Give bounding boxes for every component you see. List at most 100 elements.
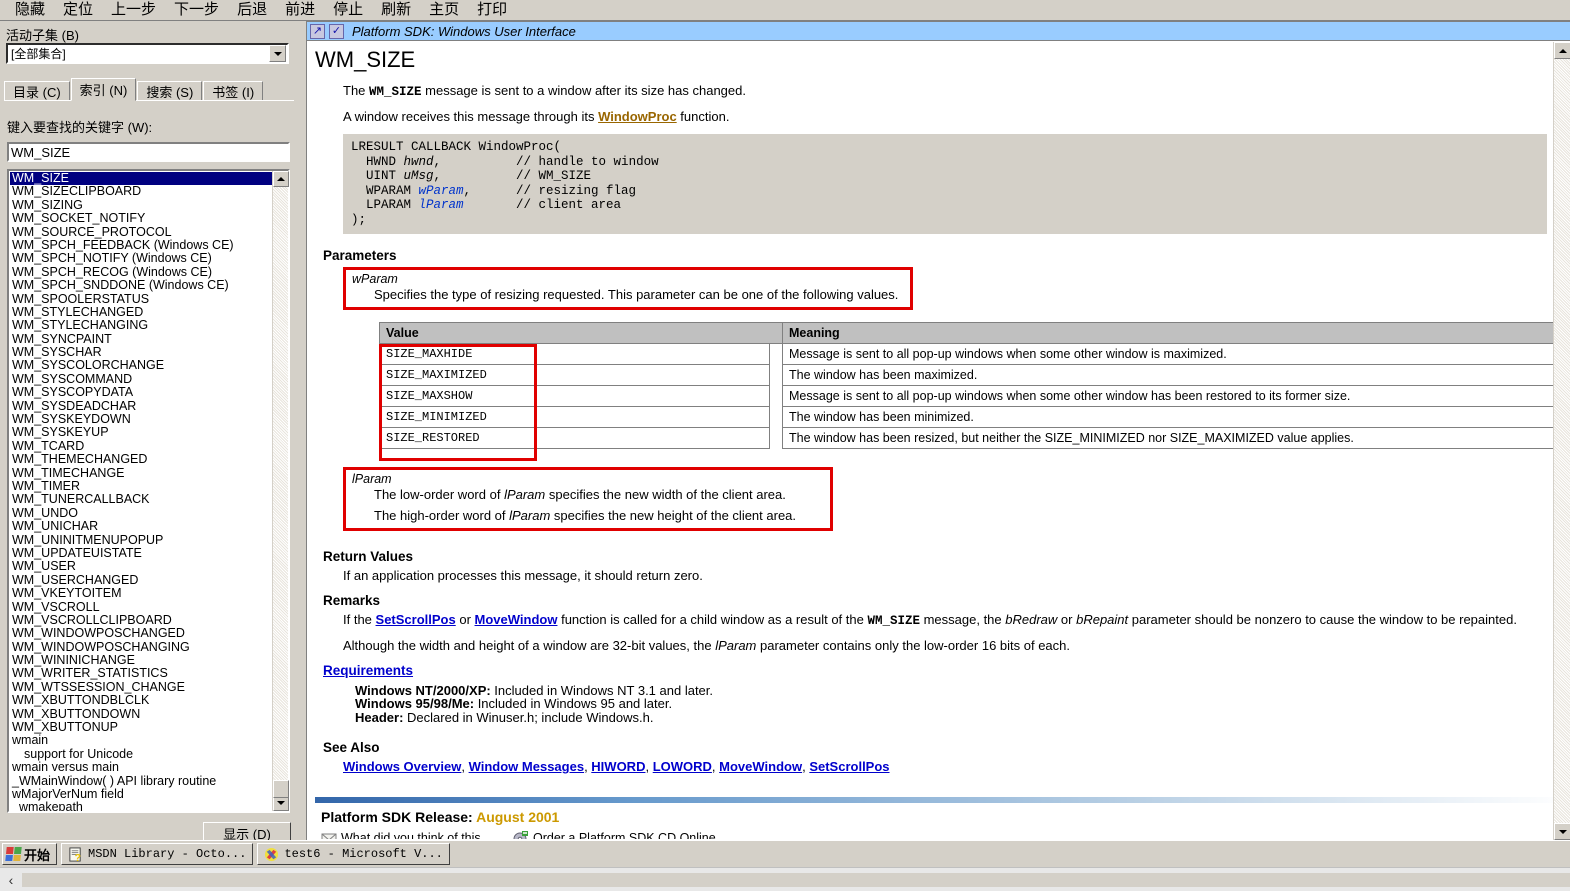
- list-item[interactable]: WM_SYSKEYUP: [10, 426, 272, 440]
- toolbar-button-hide[interactable]: 隐藏: [6, 0, 54, 20]
- list-item[interactable]: WM_SPCH_FEEDBACK (Windows CE): [10, 238, 272, 252]
- footer-columns: What did you think of this topic? Let us…: [321, 831, 1570, 839]
- see-also-link-loword[interactable]: LOWORD: [653, 759, 712, 774]
- list-item[interactable]: WM_SYSCOLORCHANGE: [10, 359, 272, 373]
- toolbar-button-refresh[interactable]: 刷新: [372, 0, 420, 20]
- toolbar-button-print[interactable]: 打印: [468, 0, 516, 20]
- list-item[interactable]: WM_WRITER_STATISTICS: [10, 667, 272, 681]
- list-item[interactable]: WM_SPOOLERSTATUS: [10, 292, 272, 306]
- doc-scroll-up-icon[interactable]: [1554, 42, 1570, 59]
- list-item[interactable]: WM_SIZE: [10, 171, 272, 186]
- toolbar-button-previous[interactable]: 上一步: [102, 0, 165, 20]
- link-requirements[interactable]: Requirements: [323, 663, 413, 678]
- see-also-link-setscrollpos[interactable]: SetScrollPos: [809, 759, 889, 774]
- see-also-link-window-messages[interactable]: Window Messages: [469, 759, 584, 774]
- list-item[interactable]: WM_SYSDEADCHAR: [10, 399, 272, 413]
- list-item[interactable]: wmain: [10, 734, 272, 748]
- list-item[interactable]: WM_SYSCOPYDATA: [10, 385, 272, 399]
- list-item[interactable]: WM_VSCROLLCLIPBOARD: [10, 613, 272, 627]
- list-item[interactable]: WM_WINDOWPOSCHANGED: [10, 626, 272, 640]
- code-block: LRESULT CALLBACK WindowProc( HWND hwnd, …: [343, 134, 1547, 234]
- index-scroll-track[interactable]: [273, 187, 289, 798]
- list-item[interactable]: WM_TIMECHANGE: [10, 466, 272, 480]
- toolbar-button-back[interactable]: 后退: [228, 0, 276, 20]
- taskbar-item-msdn-library[interactable]: ? MSDN Library - Octo...: [61, 843, 254, 865]
- list-item[interactable]: WM_UPDATEUISTATE: [10, 546, 272, 560]
- list-item[interactable]: WM_XBUTTONDBLCLK: [10, 693, 272, 707]
- list-item[interactable]: WM_UNDO: [10, 506, 272, 520]
- list-item[interactable]: WM_WININICHANGE: [10, 653, 272, 667]
- tab-bookmarks[interactable]: 书签 (I): [203, 81, 264, 101]
- doc-scroll-down-icon[interactable]: [1554, 823, 1570, 840]
- index-list-scrollbar[interactable]: [272, 171, 289, 811]
- list-item[interactable]: WM_XBUTTONDOWN: [10, 707, 272, 721]
- link-setscrollpos[interactable]: SetScrollPos: [376, 612, 456, 627]
- list-item[interactable]: WM_WTSSESSION_CHANGE: [10, 680, 272, 694]
- toolbar-button-locate[interactable]: 定位: [54, 0, 102, 20]
- list-item[interactable]: WM_XBUTTONUP: [10, 720, 272, 734]
- active-subset-dropdown[interactable]: [全部集合]: [6, 43, 289, 64]
- list-item[interactable]: WM_SPCH_RECOG (Windows CE): [10, 265, 272, 279]
- list-item[interactable]: WM_USERCHANGED: [10, 573, 272, 587]
- toolbar-button-stop[interactable]: 停止: [324, 0, 372, 20]
- scroll-left-icon[interactable]: ‹: [0, 869, 22, 891]
- list-item[interactable]: WM_SIZING: [10, 198, 272, 212]
- list-item[interactable]: wMajorVerNum field: [10, 787, 272, 801]
- scroll-up-icon[interactable]: [273, 171, 289, 187]
- see-also-link-hiword[interactable]: HIWORD: [591, 759, 645, 774]
- window-horizontal-scrollbar[interactable]: ‹: [0, 867, 1570, 891]
- list-item[interactable]: WM_SPCH_SNDDONE (Windows CE): [10, 278, 272, 292]
- see-also-link-windows-overview[interactable]: Windows Overview: [343, 759, 461, 774]
- list-item[interactable]: WM_STYLECHANGED: [10, 305, 272, 319]
- list-item[interactable]: WM_SPCH_NOTIFY (Windows CE): [10, 251, 272, 265]
- expand-arrow-icon[interactable]: ↗: [310, 23, 325, 39]
- taskbar-item-visual-studio[interactable]: test6 - Microsoft V...: [257, 843, 450, 865]
- tab-contents[interactable]: 目录 (C): [4, 81, 70, 101]
- toolbar-button-forward[interactable]: 前进: [276, 0, 324, 20]
- index-list[interactable]: WM_SIZE WM_SIZECLIPBOARD WM_SIZING WM_SOCKE…: [9, 171, 272, 811]
- list-item[interactable]: WM_USER: [10, 559, 272, 573]
- table-cell-meaning: Message is sent to all pop-up windows wh…: [782, 384, 1569, 407]
- doc-scroll-track[interactable]: [1554, 59, 1570, 823]
- tab-index[interactable]: 索引 (N): [70, 78, 137, 101]
- keyword-input[interactable]: [7, 142, 290, 162]
- list-item[interactable]: WM_SYNCPAINT: [10, 332, 272, 346]
- start-button[interactable]: 开始: [2, 843, 58, 865]
- toolbar-button-home[interactable]: 主页: [420, 0, 468, 20]
- list-item[interactable]: support for Unicode: [10, 747, 272, 761]
- intro-2-post: function.: [676, 109, 730, 124]
- list-item[interactable]: WM_UNINITMENUPOPUP: [10, 533, 272, 547]
- list-item[interactable]: WM_SYSCHAR: [10, 345, 272, 359]
- chevron-down-icon[interactable]: [269, 45, 286, 62]
- checkmark-icon[interactable]: ✓: [329, 23, 344, 39]
- list-item[interactable]: WM_SOURCE_PROTOCOL: [10, 225, 272, 239]
- section-heading-requirements[interactable]: Requirements: [323, 663, 1570, 678]
- list-item[interactable]: WM_WINDOWPOSCHANGING: [10, 640, 272, 654]
- list-item[interactable]: WM_SIZECLIPBOARD: [10, 184, 272, 198]
- lparam-line2-post: specifies the new height of the client a…: [550, 507, 797, 523]
- list-item[interactable]: WM_TUNERCALLBACK: [10, 492, 272, 506]
- list-item[interactable]: WM_SYSCOMMAND: [10, 372, 272, 386]
- list-item[interactable]: WM_VKEYTOITEM: [10, 586, 272, 600]
- list-item[interactable]: WM_TIMER: [10, 479, 272, 493]
- see-also-link-movewindow[interactable]: MoveWindow: [719, 759, 802, 774]
- index-scroll-thumb[interactable]: [273, 780, 289, 798]
- tab-search-label: 搜索 (S): [146, 84, 194, 100]
- list-item[interactable]: WM_SOCKET_NOTIFY: [10, 211, 272, 225]
- list-item[interactable]: WM_STYLECHANGING: [10, 318, 272, 332]
- list-item[interactable]: _WMainWindow( ) API library routine: [10, 774, 272, 788]
- list-item[interactable]: WM_THEMECHANGED: [10, 452, 272, 466]
- link-movewindow[interactable]: MoveWindow: [475, 612, 558, 627]
- list-item[interactable]: wmain versus main: [10, 760, 272, 774]
- toolbar-button-next[interactable]: 下一步: [165, 0, 228, 20]
- document-scrollbar[interactable]: [1553, 42, 1570, 840]
- list-item[interactable]: WM_UNICHAR: [10, 519, 272, 533]
- list-item[interactable]: WM_TCARD: [10, 439, 272, 453]
- link-windowproc[interactable]: WindowProc: [598, 109, 677, 124]
- list-item[interactable]: WM_VSCROLL: [10, 600, 272, 614]
- horizontal-scroll-track[interactable]: [22, 872, 1570, 887]
- list-item[interactable]: _wmakepath: [10, 800, 272, 811]
- pane-splitter[interactable]: [296, 21, 306, 840]
- tab-search[interactable]: 搜索 (S): [137, 81, 203, 101]
- list-item[interactable]: WM_SYSKEYDOWN: [10, 412, 272, 426]
